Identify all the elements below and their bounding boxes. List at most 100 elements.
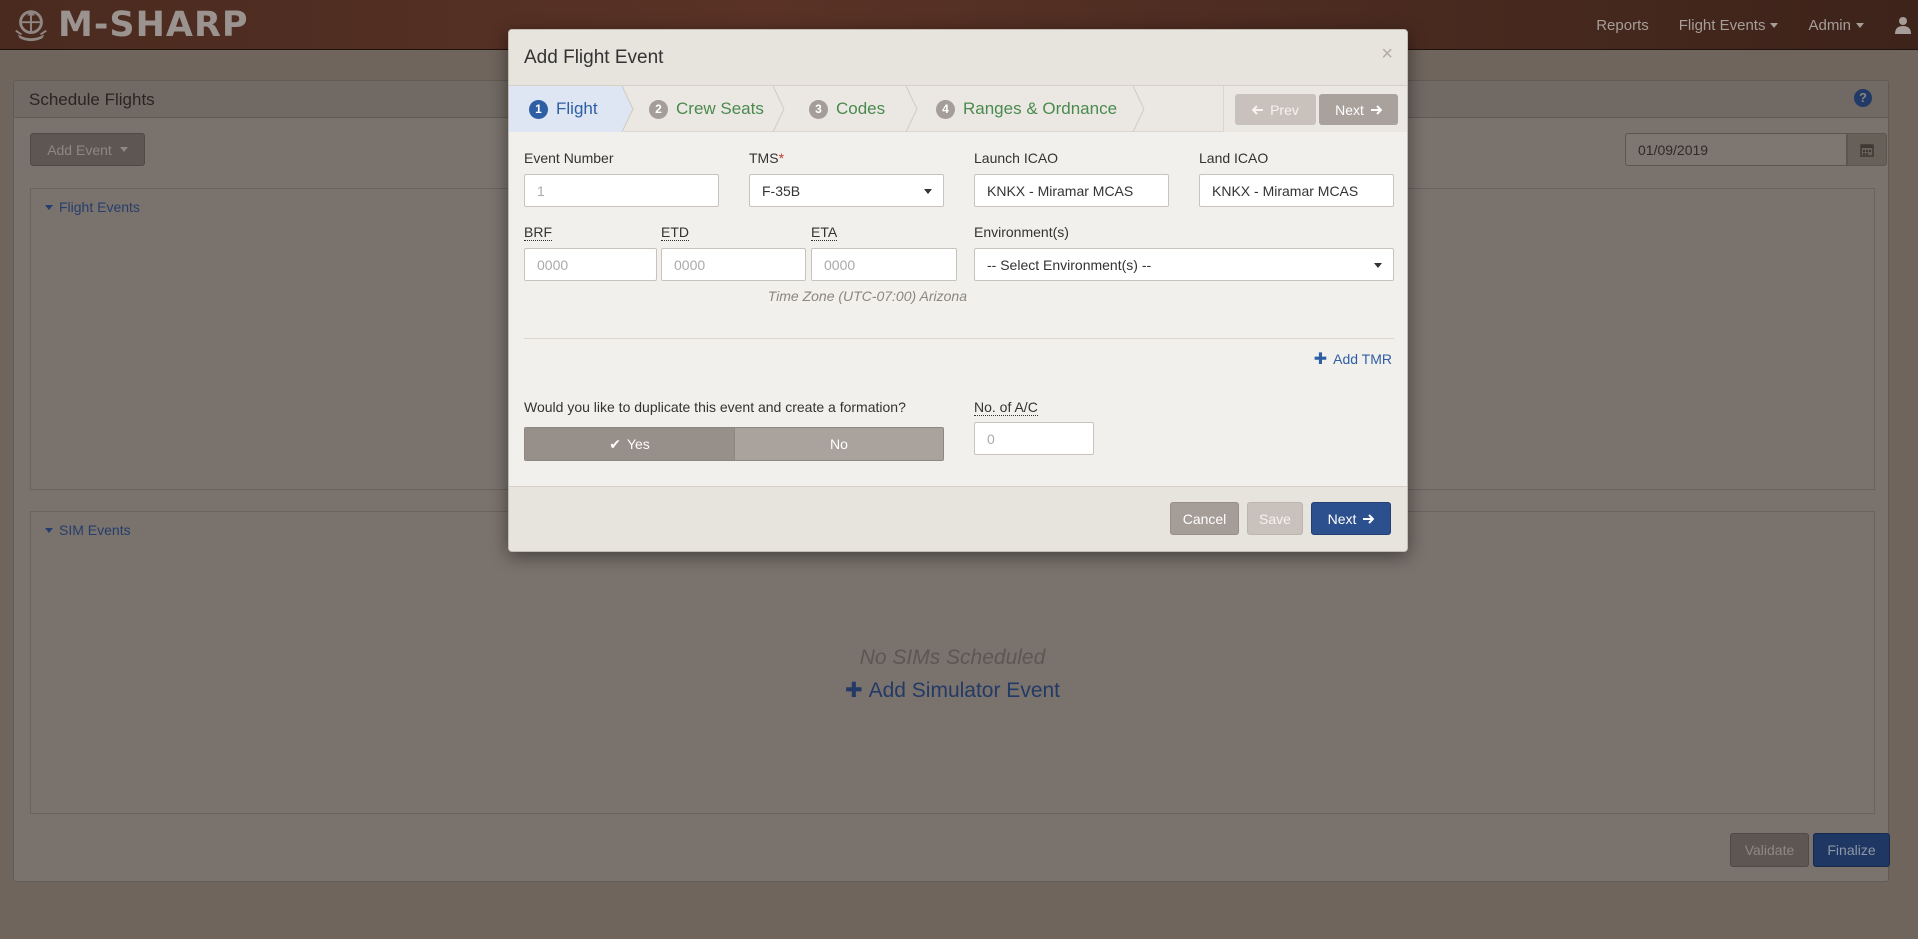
chevron-right-icon <box>621 86 634 132</box>
environment-select[interactable]: -- Select Environment(s) -- <box>974 248 1394 281</box>
step-number: 3 <box>809 99 828 119</box>
land-icao-input[interactable]: KNKX - Miramar MCAS <box>1199 174 1394 207</box>
launch-icao-label: Launch ICAO <box>974 150 1059 166</box>
event-number-input[interactable]: 1 <box>524 174 719 207</box>
sim-events-section: SIM Events No SIMs Scheduled ✚ Add Simula… <box>30 511 1875 814</box>
tms-label: TMS* <box>749 150 784 166</box>
tms-select[interactable]: F-35B <box>749 174 944 207</box>
nav-menu: Reports Flight Events Admin <box>1596 0 1918 50</box>
arrow-right-icon <box>1370 104 1382 115</box>
event-number-label: Event Number <box>524 150 614 166</box>
caret-down-icon <box>45 204 53 210</box>
brand-name: M-SHARP <box>58 5 249 45</box>
nav-flight-events-dropdown[interactable]: Flight Events <box>1679 17 1779 34</box>
formation-toggle: ✔ Yes No <box>524 427 944 461</box>
launch-icao-input[interactable]: KNKX - Miramar MCAS <box>974 174 1169 207</box>
step-label: Codes <box>836 99 886 118</box>
tms-value: F-35B <box>762 182 801 199</box>
duplicate-question: Would you like to duplicate this event a… <box>524 399 906 415</box>
wizard-step-flight[interactable]: 1 Flight <box>529 86 598 132</box>
wizard-steps: 1 Flight 2 Crew Seats 3 Codes 4 Ranges &… <box>509 86 1407 132</box>
prev-label: Prev <box>1270 101 1299 118</box>
add-event-button[interactable]: Add Event <box>30 133 145 166</box>
save-button[interactable]: Save <box>1247 502 1303 535</box>
wizard-nav: Prev Next <box>1223 86 1407 132</box>
modal-footer: Cancel Save Next <box>509 486 1407 551</box>
wizard-step-codes[interactable]: 3 Codes <box>809 86 885 132</box>
sim-events-toggle[interactable]: SIM Events <box>45 522 131 538</box>
next-label: Next <box>1335 101 1364 118</box>
etd-label: ETD <box>661 224 689 241</box>
nav-reports-label: Reports <box>1596 16 1649 34</box>
step-number: 4 <box>936 99 955 119</box>
wizard-step-crew-seats[interactable]: 2 Crew Seats <box>649 86 764 132</box>
no-label: No <box>830 436 848 452</box>
caret-down-icon <box>1770 22 1779 28</box>
cancel-button[interactable]: Cancel <box>1170 502 1239 535</box>
nav-reports-link[interactable]: Reports <box>1596 17 1649 34</box>
wizard-next-button[interactable]: Next <box>1319 94 1398 125</box>
required-mark: * <box>778 150 785 166</box>
modal-title: Add Flight Event <box>524 47 664 68</box>
flight-events-toggle[interactable]: Flight Events <box>45 199 140 215</box>
brf-input[interactable]: 0000 <box>524 248 657 281</box>
prev-button[interactable]: Prev <box>1235 94 1316 125</box>
page-title: Schedule Flights <box>29 90 155 109</box>
add-simulator-event-label: Add Simulator Event <box>868 679 1061 702</box>
chevron-right-icon <box>1132 86 1145 132</box>
step-number: 1 <box>529 99 548 119</box>
check-icon: ✔ <box>609 435 621 452</box>
nav-admin-label: Admin <box>1808 16 1851 34</box>
add-simulator-event-link[interactable]: ✚ Add Simulator Event <box>31 678 1874 703</box>
usmc-emblem-icon <box>15 9 47 42</box>
step-number: 2 <box>649 99 668 119</box>
nav-admin-dropdown[interactable]: Admin <box>1808 17 1864 34</box>
finalize-button[interactable]: Finalize <box>1813 833 1890 867</box>
next-label: Next <box>1327 510 1357 527</box>
add-tmr-link[interactable]: ✚ Add TMR <box>1314 349 1392 369</box>
environment-value: -- Select Environment(s) -- <box>987 256 1152 273</box>
calendar-button[interactable] <box>1847 133 1887 166</box>
land-icao-label: Land ICAO <box>1199 150 1269 166</box>
caret-down-icon <box>924 189 932 194</box>
chevron-right-icon <box>905 86 918 132</box>
nav-flight-events-label: Flight Events <box>1678 16 1766 34</box>
environment-label: Environment(s) <box>974 224 1069 240</box>
tms-label-text: TMS <box>749 150 779 166</box>
section-divider <box>524 338 1394 339</box>
num-ac-input[interactable]: 0 <box>974 422 1094 455</box>
yes-toggle-button[interactable]: ✔ Yes <box>525 428 734 460</box>
next-button[interactable]: Next <box>1311 502 1391 535</box>
step-label: Flight <box>556 99 598 118</box>
close-icon[interactable]: × <box>1381 44 1393 64</box>
modal-header: Add Flight Event × <box>509 30 1407 86</box>
caret-down-icon <box>119 147 128 152</box>
add-tmr-label: Add TMR <box>1333 351 1392 367</box>
caret-down-icon <box>45 527 53 533</box>
timezone-note: Time Zone (UTC-07:00) Arizona <box>767 288 967 304</box>
step-label: Crew Seats <box>676 99 764 118</box>
flight-events-label: Flight Events <box>59 199 140 215</box>
arrow-left-icon <box>1252 104 1264 115</box>
chevron-right-icon <box>772 86 785 132</box>
step-label: Ranges & Ordnance <box>963 99 1118 118</box>
wizard-step-ranges-ordnance[interactable]: 4 Ranges & Ordnance <box>936 86 1117 132</box>
caret-down-icon <box>1856 22 1864 28</box>
num-ac-label: No. of A/C <box>974 399 1038 416</box>
user-icon[interactable] <box>1894 16 1912 34</box>
plus-icon: ✚ <box>844 679 863 702</box>
calendar-icon <box>1860 143 1874 157</box>
schedule-date-input[interactable]: 01/09/2019 <box>1625 133 1847 166</box>
plus-icon: ✚ <box>1313 351 1328 368</box>
brand-logo[interactable]: M-SHARP <box>12 4 249 46</box>
no-toggle-button[interactable]: No <box>734 428 943 460</box>
arrow-right-icon <box>1363 513 1375 524</box>
eta-label: ETA <box>811 224 838 241</box>
eta-input[interactable]: 0000 <box>811 248 957 281</box>
etd-input[interactable]: 0000 <box>661 248 806 281</box>
caret-down-icon <box>1374 263 1382 268</box>
validate-button[interactable]: Validate <box>1730 833 1809 867</box>
yes-label: Yes <box>626 436 650 452</box>
help-icon[interactable]: ? <box>1854 89 1872 107</box>
add-flight-event-modal: Add Flight Event × 1 Flight 2 Crew Seats… <box>508 29 1408 552</box>
